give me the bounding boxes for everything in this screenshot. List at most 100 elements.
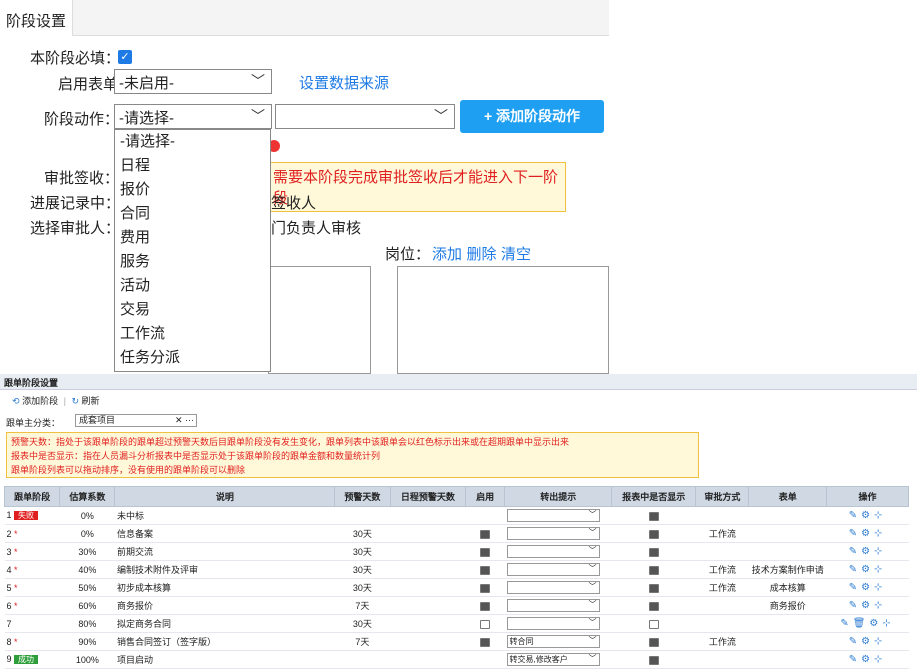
- action-select[interactable]: -请选择- ﹀: [114, 104, 272, 129]
- col-header[interactable]: 估算系数: [59, 486, 116, 507]
- form-select[interactable]: -未启用- ﹀: [114, 69, 272, 94]
- refresh-button[interactable]: 刷新: [82, 396, 100, 406]
- action-sub-select[interactable]: ﹀: [275, 104, 455, 129]
- dropdown-option[interactable]: 服务: [115, 250, 270, 274]
- required-checkbox[interactable]: ✓: [118, 50, 132, 64]
- col-header[interactable]: 操作: [826, 486, 909, 507]
- transfer-hint-select[interactable]: ﹀: [506, 599, 600, 612]
- edit-icon[interactable]: ✎: [849, 636, 857, 647]
- report-checkbox[interactable]: [648, 601, 659, 611]
- org-tree-icon[interactable]: ⊹: [874, 510, 882, 521]
- trash-icon[interactable]: 🗑: [853, 618, 866, 629]
- tab-stage-settings[interactable]: 阶段设置: [0, 0, 74, 36]
- transfer-hint-select[interactable]: ﹀: [506, 617, 600, 630]
- edit-icon[interactable]: ✎: [849, 654, 857, 665]
- org-tree-icon[interactable]: ⊹: [874, 582, 882, 593]
- position-add-link[interactable]: 添加: [432, 246, 462, 263]
- table-row[interactable]: 4 * 40% 编制技术附件及评审 30天 ﹀ 工作流 技术方案制作申请 ✎ ⚙ ⊹: [4, 560, 909, 579]
- report-checkbox[interactable]: [648, 565, 659, 575]
- table-row[interactable]: 8 * 90% 销售合同签订（签字版） 7天 转合同 ﹀ 工作流 ✎ ⚙ ⊹: [4, 632, 909, 651]
- table-row[interactable]: 7 80% 拟定商务合同 30天 ﹀ ✎ 🗑 ⚙ ⊹: [4, 614, 909, 633]
- enabled-checkbox[interactable]: [480, 529, 491, 539]
- col-header[interactable]: 启用: [465, 486, 506, 507]
- gear-icon[interactable]: ⚙: [861, 600, 870, 611]
- org-tree-icon[interactable]: ⊹: [874, 654, 882, 665]
- col-header[interactable]: 说明: [114, 486, 336, 507]
- org-tree-icon[interactable]: ⊹: [874, 636, 882, 647]
- position-delete-link[interactable]: 删除: [466, 246, 496, 263]
- edit-icon[interactable]: ✎: [849, 582, 857, 593]
- table-row[interactable]: 1 失败 0% 未中标 ﹀ ✎ ⚙ ⊹: [4, 506, 909, 525]
- report-checkbox[interactable]: [648, 619, 659, 629]
- col-header[interactable]: 跟单阶段: [3, 486, 61, 507]
- dropdown-option[interactable]: 工作流: [115, 322, 270, 346]
- enabled-checkbox[interactable]: [480, 565, 491, 575]
- dropdown-option[interactable]: 任务分派: [115, 346, 270, 370]
- report-checkbox[interactable]: [648, 637, 659, 647]
- enabled-checkbox[interactable]: [480, 583, 491, 593]
- position-listbox[interactable]: [397, 266, 609, 374]
- enabled-checkbox[interactable]: [480, 637, 491, 647]
- col-header[interactable]: 表单: [748, 486, 828, 507]
- position-clear-link[interactable]: 清空: [501, 246, 531, 263]
- enabled-checkbox[interactable]: [480, 601, 491, 611]
- gear-icon[interactable]: ⚙: [861, 528, 870, 539]
- col-header[interactable]: 日程预警天数: [389, 486, 467, 507]
- dropdown-option[interactable]: -请选择-: [115, 130, 270, 154]
- add-stage-action-button[interactable]: + 添加阶段动作: [460, 100, 604, 133]
- transfer-hint-select[interactable]: ﹀: [506, 527, 600, 540]
- dropdown-option[interactable]: 报价: [115, 178, 270, 202]
- org-tree-icon[interactable]: ⊹: [882, 618, 890, 629]
- edit-icon[interactable]: ✎: [849, 546, 857, 557]
- transfer-hint-select[interactable]: ﹀: [506, 509, 600, 522]
- report-checkbox[interactable]: [648, 583, 659, 593]
- org-tree-icon[interactable]: ⊹: [874, 564, 882, 575]
- category-field[interactable]: 成套项目 ✕ ···: [75, 414, 197, 427]
- col-header[interactable]: 审批方式: [695, 486, 750, 507]
- dropdown-option[interactable]: 交易: [115, 298, 270, 322]
- gear-icon[interactable]: ⚙: [861, 582, 870, 593]
- transfer-hint-select[interactable]: 转交易,修改客户 ﹀: [506, 653, 600, 666]
- org-tree-icon[interactable]: ⊹: [874, 546, 882, 557]
- report-checkbox[interactable]: [648, 529, 659, 539]
- gear-icon[interactable]: ⚙: [861, 636, 870, 647]
- org-tree-icon[interactable]: ⊹: [874, 528, 882, 539]
- add-stage-button[interactable]: 添加阶段: [22, 396, 58, 406]
- cell-approval: [695, 614, 749, 633]
- edit-icon[interactable]: ✎: [840, 618, 848, 629]
- required-label: 本阶段必填：: [30, 50, 121, 67]
- data-source-link[interactable]: 设置数据来源: [299, 72, 389, 93]
- col-header[interactable]: 预警天数: [334, 486, 391, 507]
- enabled-checkbox[interactable]: [480, 619, 491, 629]
- transfer-hint-select[interactable]: ﹀: [506, 563, 600, 576]
- category-clear[interactable]: ✕ ···: [175, 415, 194, 426]
- report-checkbox[interactable]: [648, 655, 659, 665]
- approver-listbox[interactable]: [268, 266, 371, 374]
- report-checkbox[interactable]: [648, 511, 659, 521]
- edit-icon[interactable]: ✎: [849, 564, 857, 575]
- gear-icon[interactable]: ⚙: [861, 546, 870, 557]
- org-tree-icon[interactable]: ⊹: [874, 600, 882, 611]
- col-header[interactable]: 报表中是否显示: [611, 486, 697, 507]
- table-row[interactable]: 3 * 30% 前期交流 30天 ﹀ ✎ ⚙ ⊹: [4, 542, 909, 561]
- transfer-hint-select[interactable]: 转合同 ﹀: [506, 635, 600, 648]
- table-row[interactable]: 6 * 60% 商务报价 7天 ﹀ 商务报价 ✎ ⚙ ⊹: [4, 596, 909, 615]
- table-row[interactable]: 2 * 0% 信息备案 30天 ﹀ 工作流 ✎ ⚙ ⊹: [4, 524, 909, 543]
- edit-icon[interactable]: ✎: [849, 528, 857, 539]
- dropdown-option[interactable]: 活动: [115, 274, 270, 298]
- col-header[interactable]: 转出提示: [504, 486, 613, 507]
- transfer-hint-select[interactable]: ﹀: [506, 581, 600, 594]
- transfer-hint-select[interactable]: ﹀: [506, 545, 600, 558]
- enabled-checkbox[interactable]: [480, 547, 491, 557]
- dropdown-option[interactable]: 费用: [115, 226, 270, 250]
- gear-icon[interactable]: ⚙: [861, 654, 870, 665]
- gear-icon[interactable]: ⚙: [861, 510, 870, 521]
- gear-icon[interactable]: ⚙: [869, 618, 878, 629]
- edit-icon[interactable]: ✎: [849, 510, 857, 521]
- dropdown-option[interactable]: 日程: [115, 154, 270, 178]
- table-row[interactable]: 5 * 50% 初步成本核算 30天 ﹀ 工作流 成本核算 ✎ ⚙ ⊹: [4, 578, 909, 597]
- gear-icon[interactable]: ⚙: [861, 564, 870, 575]
- dropdown-option[interactable]: 合同: [115, 202, 270, 226]
- edit-icon[interactable]: ✎: [849, 600, 857, 611]
- report-checkbox[interactable]: [648, 547, 659, 557]
